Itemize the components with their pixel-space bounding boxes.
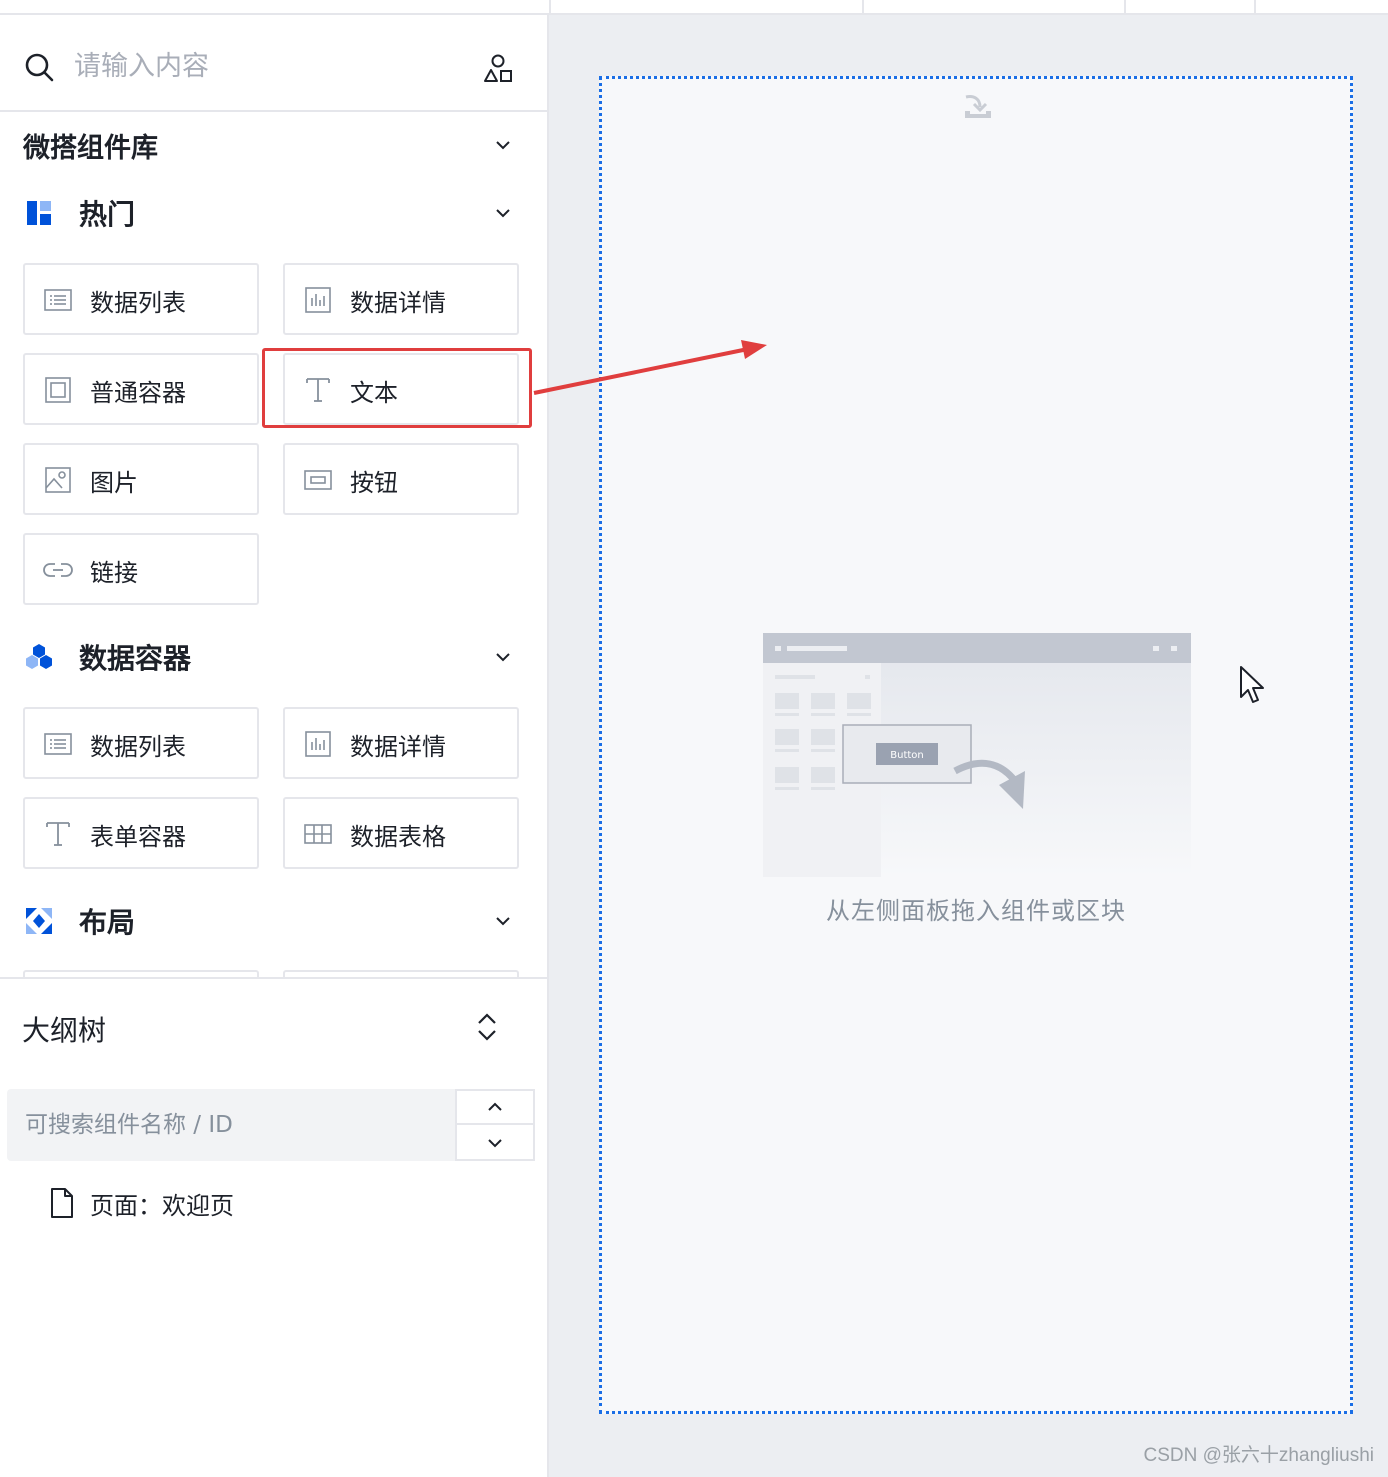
tree-item-label: 页面：欢迎页 [90, 1191, 234, 1220]
component-label: 普通容器 [90, 379, 186, 407]
mouse-cursor-icon [1240, 666, 1264, 703]
component-library[interactable]: 微搭组件库 热门 数据列表 数据详情 普通容器 文本 图片 按钮 链接 数据容器… [0, 113, 547, 977]
toolbar-divider [1124, 0, 1126, 15]
component-label: 数据列表 [90, 289, 186, 317]
component-label: 按钮 [350, 469, 398, 497]
component-form-container[interactable]: 表单容器 [23, 797, 259, 869]
library-header[interactable]: 微搭组件库 [0, 118, 547, 172]
watermark-text: CSDN @张六十zhangliushi [1143, 1445, 1374, 1466]
drop-into-icon [965, 95, 991, 118]
component-data-detail[interactable]: 数据详情 [283, 263, 519, 335]
component-layout-partial[interactable] [23, 970, 259, 977]
component-label: 文本 [350, 379, 398, 407]
component-text[interactable]: 文本 [283, 353, 519, 425]
component-panel: 微搭组件库 热门 数据列表 数据详情 [0, 15, 549, 1477]
component-data-list[interactable]: 数据列表 [23, 263, 259, 335]
component-button[interactable]: 按钮 [283, 443, 519, 515]
text-icon [46, 822, 70, 846]
component-image[interactable]: 图片 [23, 443, 259, 515]
detail-chart-icon [305, 287, 331, 313]
toolbar-divider [862, 0, 864, 15]
category-header-layout[interactable]: 布局 [0, 894, 547, 948]
table-icon [304, 824, 332, 844]
category-header-hot[interactable]: 热门 [0, 186, 547, 240]
chevron-down-icon [488, 1139, 502, 1148]
category-title: 热门 [79, 198, 136, 231]
shapes-icon[interactable] [482, 53, 514, 85]
outline-search-box [7, 1089, 455, 1161]
hot-category-icon [27, 201, 51, 225]
category-title: 布局 [79, 906, 136, 939]
component-link[interactable]: 链接 [23, 533, 259, 605]
app-root: 微搭组件库 热门 数据列表 数据详情 [0, 0, 1388, 1477]
category-header-data-container[interactable]: 数据容器 [0, 630, 547, 684]
chevron-down-icon[interactable] [493, 135, 513, 155]
component-layout-partial[interactable] [283, 970, 519, 977]
outline-search-input[interactable] [25, 1103, 445, 1147]
category-title: 数据容器 [79, 642, 192, 675]
page-drop-zone[interactable]: Button 从左侧面板拖入组件或区块 [599, 76, 1353, 1414]
text-icon [306, 378, 330, 402]
list-icon [44, 733, 72, 755]
component-container[interactable]: 普通容器 [23, 353, 259, 425]
outline-tree-panel: 大纲树 页面：欢迎页 [0, 977, 547, 1477]
top-toolbar-strip [0, 0, 1388, 15]
layout-category-icon [26, 908, 52, 934]
button-icon [304, 470, 332, 490]
component-label: 链接 [90, 559, 138, 587]
component-data-list[interactable]: 数据列表 [23, 707, 259, 779]
detail-chart-icon [305, 731, 331, 757]
illustration-button-label: Button [890, 750, 924, 761]
list-icon [44, 289, 72, 311]
data-container-category-icon [26, 644, 52, 669]
component-label: 数据详情 [350, 289, 446, 317]
tree-item-page[interactable]: 页面：欢迎页 [48, 1185, 234, 1221]
next-match-button[interactable] [457, 1126, 533, 1160]
library-title: 微搭组件库 [23, 132, 158, 164]
editor-canvas: Button 从左侧面板拖入组件或区块 [549, 15, 1388, 1477]
component-data-table[interactable]: 数据表格 [283, 797, 519, 869]
component-search-input[interactable] [74, 43, 454, 89]
component-label: 图片 [90, 469, 138, 497]
component-label: 表单容器 [90, 823, 186, 851]
chevron-down-icon[interactable] [493, 647, 513, 667]
previous-match-button[interactable] [457, 1091, 533, 1125]
file-icon [51, 1188, 73, 1218]
link-icon [43, 563, 73, 577]
chevron-down-icon[interactable] [493, 203, 513, 223]
component-label: 数据详情 [350, 733, 446, 761]
chevron-down-icon[interactable] [493, 911, 513, 931]
search-icon [25, 53, 54, 82]
expand-collapse-icon[interactable] [475, 1012, 499, 1042]
toolbar-divider [549, 0, 551, 15]
outline-nav-stepper [455, 1089, 535, 1161]
container-icon [45, 377, 71, 403]
component-data-detail[interactable]: 数据详情 [283, 707, 519, 779]
outline-title: 大纲树 [22, 1014, 107, 1047]
drag-illustration: Button [763, 633, 1191, 877]
component-label: 数据列表 [90, 733, 186, 761]
empty-canvas-hint: 从左侧面板拖入组件或区块 [826, 897, 1126, 925]
component-label: 数据表格 [350, 823, 446, 851]
chevron-up-icon [488, 1102, 502, 1111]
image-icon [45, 467, 71, 493]
component-search-bar [0, 15, 547, 112]
toolbar-divider [1254, 0, 1256, 15]
